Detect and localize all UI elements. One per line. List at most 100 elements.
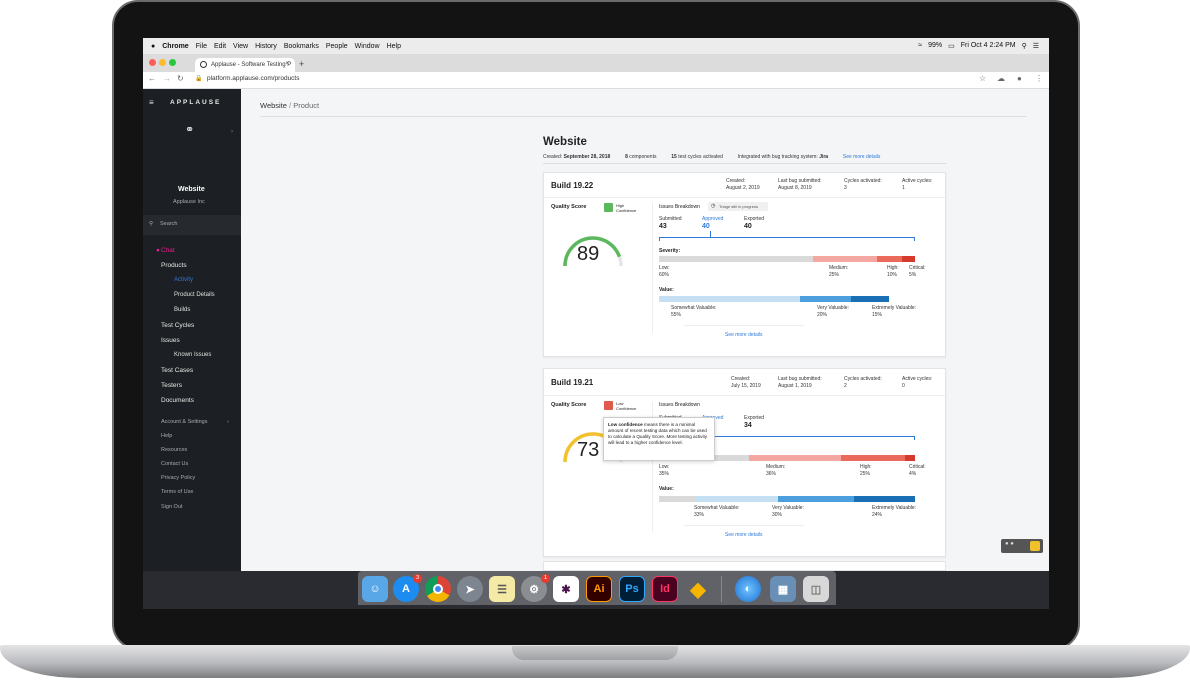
severity-medium-segment[interactable] (812, 256, 877, 262)
product-switch-chevron-icon[interactable]: › (231, 129, 233, 135)
sidebar-item-documents[interactable]: Documents (161, 397, 194, 404)
reload-icon[interactable]: ↻ (177, 74, 184, 83)
menu-bookmarks[interactable]: Bookmarks (284, 43, 319, 50)
browser-tab[interactable]: Applause - Software Testing P × (195, 58, 295, 72)
approved-label[interactable]: Approved (702, 216, 723, 222)
menu-file[interactable]: File (196, 43, 207, 50)
build-name[interactable]: Build 19.22 (551, 181, 593, 190)
build-see-more-link[interactable]: See more details (725, 532, 763, 538)
sidebar-item-privacy[interactable]: Privacy Policy (161, 475, 195, 481)
photos-folder-icon[interactable]: ▦ (770, 576, 796, 602)
menubar-clock[interactable]: Fri Oct 4 2:24 PM (961, 42, 1016, 50)
profile-icon[interactable]: ● (1017, 74, 1022, 83)
globe-icon[interactable]: ◐ (735, 576, 761, 602)
severity-medium-segment[interactable] (748, 455, 841, 461)
sidebar-item-products[interactable]: Products (161, 262, 187, 269)
wifi-icon[interactable]: ≈ (918, 42, 922, 50)
build-name[interactable]: Build 19.21 (551, 378, 593, 387)
search-input[interactable]: Search (160, 221, 177, 227)
breadcrumb-root[interactable]: Website (260, 101, 287, 110)
confidence-chart-icon[interactable] (604, 401, 613, 410)
battery-percent[interactable]: 99% (928, 42, 942, 50)
sidebar-item-issues[interactable]: Issues (161, 337, 180, 344)
value-very-segment[interactable] (778, 496, 855, 502)
battery-icon[interactable]: ▭ (948, 42, 955, 50)
value-very-segment[interactable] (799, 296, 851, 302)
minimize-window-icon[interactable] (159, 59, 166, 66)
exported-label[interactable]: Exported (744, 216, 764, 222)
sidebar-item-known-issues[interactable]: Known Issues (174, 352, 211, 358)
severity-critical-segment[interactable] (902, 256, 915, 262)
sidebar-item-chat[interactable]: Chat (161, 247, 175, 254)
sidebar-item-sign-out[interactable]: Sign Out (161, 504, 182, 510)
sidebar-item-test-cycles[interactable]: Test Cycles (161, 322, 194, 329)
menu-help[interactable]: Help (387, 43, 401, 50)
sidebar-item-activity[interactable]: Activity (174, 277, 193, 283)
back-icon[interactable]: ← (148, 74, 156, 83)
severity-high-segment[interactable] (876, 256, 903, 262)
severity-high-segment[interactable] (840, 455, 905, 461)
page-title: Website (543, 136, 587, 148)
build-see-more-link[interactable]: See more details (725, 332, 763, 338)
launchpad-icon[interactable]: ➤ (457, 576, 483, 602)
sidebar-item-account-settings[interactable]: Account & Settings (161, 419, 207, 425)
sidebar-item-test-cases[interactable]: Test Cases (161, 367, 193, 374)
notification-center-icon[interactable]: ☰ (1033, 42, 1039, 50)
lock-icon[interactable]: 🔒 (195, 75, 202, 82)
chrome-icon[interactable] (425, 576, 451, 602)
menu-history[interactable]: History (255, 43, 277, 50)
value-somewhat-segment[interactable] (659, 296, 800, 302)
value-extremely-segment[interactable] (854, 496, 915, 502)
indesign-icon[interactable]: Id (652, 576, 678, 602)
chrome-menu-icon[interactable]: ⋮ (1035, 74, 1043, 83)
illustrator-icon[interactable]: Ai (586, 576, 612, 602)
value-somewhat-segment[interactable] (694, 496, 779, 502)
severity-critical-segment[interactable] (904, 455, 915, 461)
apple-icon[interactable]: ● (151, 43, 155, 50)
feedback-widget[interactable]: ● ● (1001, 539, 1043, 553)
sidebar-item-terms[interactable]: Terms of Use (161, 489, 193, 495)
notes-icon[interactable]: ☰ (489, 576, 515, 602)
menu-app-name[interactable]: Chrome (162, 43, 188, 50)
zoom-window-icon[interactable] (169, 59, 176, 66)
menu-window[interactable]: Window (355, 43, 380, 50)
applause-logo[interactable]: APPLAUSE (170, 99, 221, 106)
confidence-tooltip: Low confidence means there is a minimal … (603, 417, 715, 461)
new-tab-button[interactable]: + (299, 59, 304, 69)
exported-label[interactable]: Exported (744, 415, 764, 421)
confidence-chart-icon[interactable] (604, 203, 613, 212)
build-active-label: Active cycles: (902, 178, 933, 184)
sidebar-item-help[interactable]: Help (161, 433, 172, 439)
severity-low-segment[interactable] (659, 256, 813, 262)
sidebar-item-resources[interactable]: Resources (161, 447, 187, 453)
submitted-label[interactable]: Submitted (659, 216, 682, 222)
extension-icon[interactable]: ☁ (997, 74, 1005, 83)
spotlight-icon[interactable]: ⚲ (1022, 42, 1027, 50)
page-see-more-link[interactable]: See more details (843, 154, 881, 160)
slack-icon[interactable]: ✱ (553, 576, 579, 602)
forward-icon[interactable]: → (163, 74, 171, 83)
breadcrumb-current: Product (293, 101, 320, 110)
page-meta-divider (543, 163, 946, 164)
sidebar-item-builds[interactable]: Builds (174, 307, 190, 313)
bookmark-star-icon[interactable]: ☆ (979, 74, 986, 83)
address-bar[interactable]: platform.applause.com/products (207, 75, 300, 82)
menu-edit[interactable]: Edit (214, 43, 226, 50)
account-chevron-icon[interactable]: › (227, 419, 229, 425)
menu-view[interactable]: View (233, 43, 248, 50)
tab-close-icon[interactable]: × (285, 61, 289, 67)
trash-icon[interactable]: ◫ (803, 576, 829, 602)
sidebar-item-product-details[interactable]: Product Details (174, 292, 215, 298)
sketch-icon[interactable]: ◆ (685, 576, 711, 602)
sidebar-item-testers[interactable]: Testers (161, 382, 182, 389)
hamburger-menu-icon[interactable]: ≡ (149, 98, 154, 107)
sidebar-search[interactable]: ⚲ Search (143, 215, 241, 235)
sidebar-item-contact[interactable]: Contact Us (161, 461, 188, 467)
close-window-icon[interactable] (149, 59, 156, 66)
menu-people[interactable]: People (326, 43, 348, 50)
severity-low-pct: 60% (659, 272, 670, 278)
photoshop-icon[interactable]: Ps (619, 576, 645, 602)
value-extremely-segment[interactable] (850, 296, 890, 302)
page-meta: Created: September 28, 2018 8 components… (543, 154, 880, 160)
finder-icon[interactable]: ☺ (362, 576, 388, 602)
